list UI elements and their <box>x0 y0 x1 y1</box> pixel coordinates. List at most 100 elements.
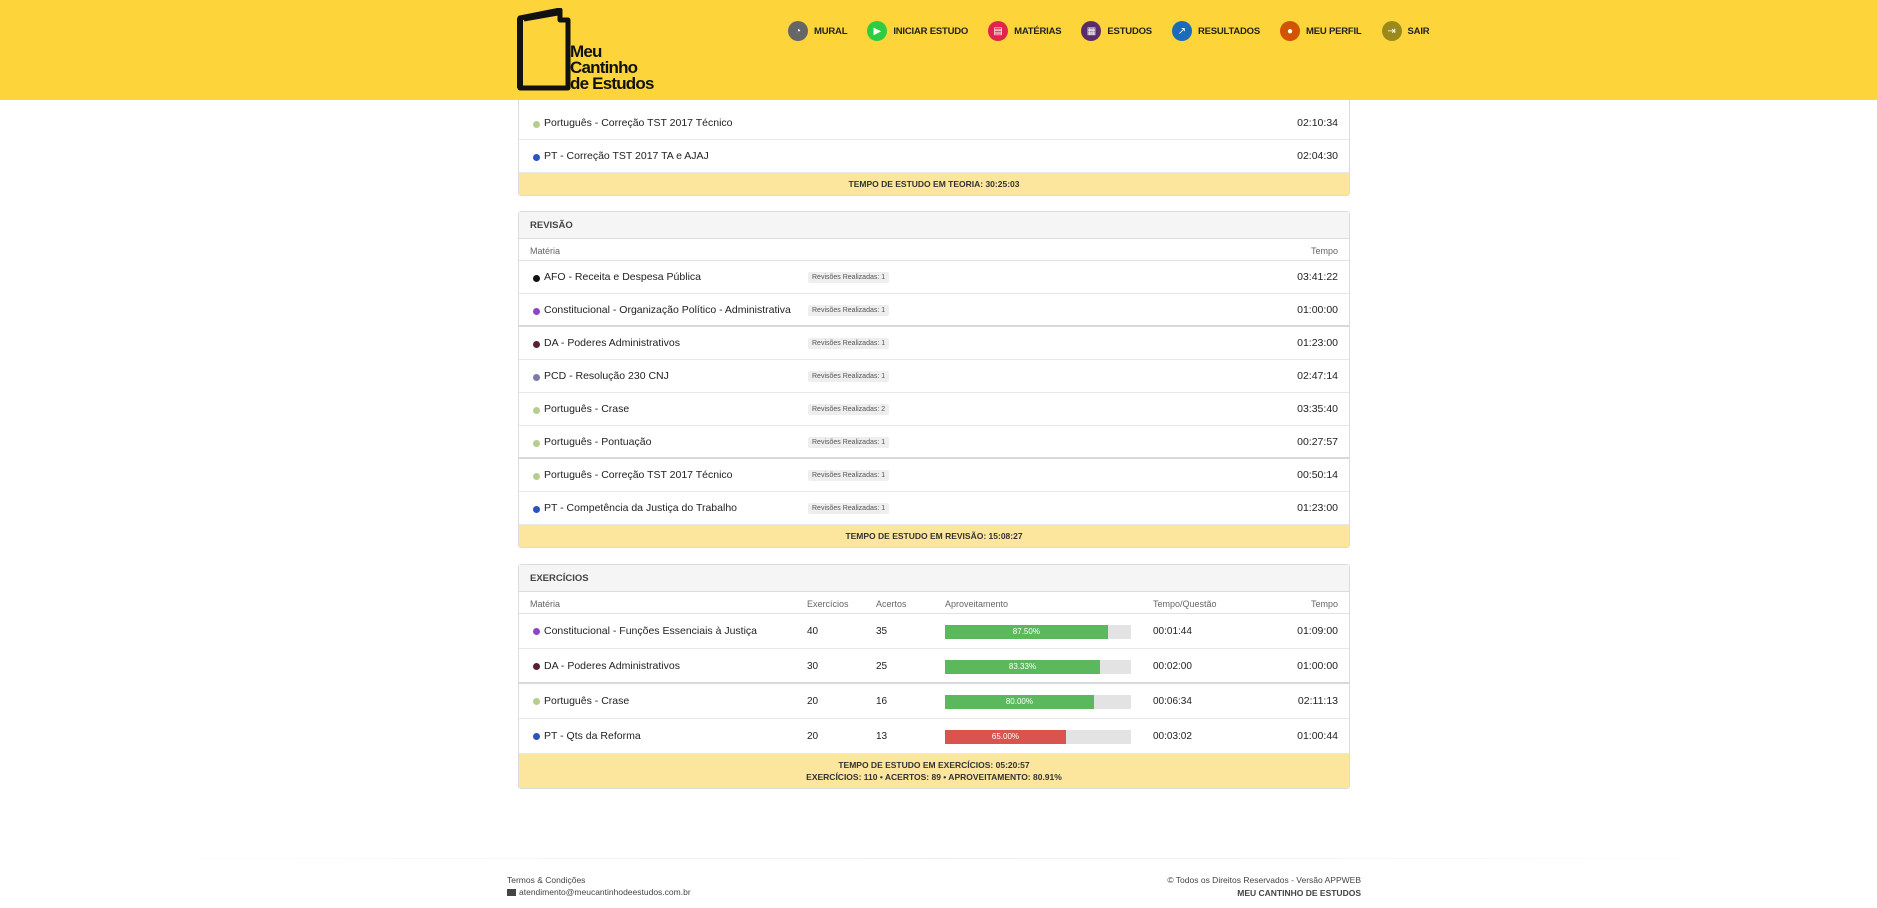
nav-label: Estudos <box>1107 25 1152 37</box>
brand-line-3: de Estudos <box>570 74 654 93</box>
subject-name: Português - Crase <box>544 403 630 415</box>
subject-time: 02:10:34 <box>1297 117 1338 129</box>
exercicios-total-time: Tempo de estudo em exercícios: 05:20:57 <box>838 760 1030 770</box>
exercicios-row: Português - Crase 20 16 80.00% 00:06:34 02:11… <box>519 684 1349 719</box>
revisao-row: Português - Crase Revisões Realizadas: 2 0… <box>519 393 1349 426</box>
revisions-badge: Revisões Realizadas: 1 <box>808 338 890 349</box>
subject-time: 03:35:40 <box>1297 403 1338 415</box>
company-name: MEU CANTINHO DE ESTUDOS <box>1237 888 1361 898</box>
chart-line-icon: ↗ <box>1171 21 1192 41</box>
time-per-question: 00:02:00 <box>1153 661 1192 672</box>
nav-estudos[interactable]: ▦ Estudos <box>1081 21 1152 41</box>
envelope-icon <box>507 889 516 896</box>
subject-color-dot <box>533 733 540 740</box>
subject-name: PCD - Resolução 230 CNJ <box>544 370 669 382</box>
performance-bar-fill: 80.00% <box>945 695 1094 709</box>
correct-count: 13 <box>876 731 888 742</box>
subject-color-dot <box>533 308 540 315</box>
time-per-question: 00:06:34 <box>1153 696 1192 707</box>
exercise-count: 40 <box>807 626 819 637</box>
subject-color-dot <box>533 698 540 705</box>
teoria-row: PT - Correção TST 2017 TA e AJAJ 02:04:30 <box>519 140 1349 173</box>
footer-divider <box>80 858 1800 859</box>
revisao-row: Constitucional - Organização Político - … <box>519 294 1349 327</box>
subject-name: Português - Pontuação <box>544 436 652 448</box>
exercicios-row: Constitucional - Funções Essenciais à Ju… <box>519 614 1349 649</box>
revisions-badge: Revisões Realizadas: 1 <box>808 503 890 514</box>
revisao-row: Português - Pontuação Revisões Realizadas… <box>519 426 1349 459</box>
subject-name: Português - Correção TST 2017 Técnico <box>544 117 733 129</box>
subject-color-dot <box>533 473 540 480</box>
subject-color-dot <box>533 506 540 513</box>
subject-time: 00:27:57 <box>1297 436 1338 448</box>
subject-color-dot <box>533 440 540 447</box>
correct-count: 35 <box>876 626 888 637</box>
subject-name: Constitucional - Organização Político - … <box>544 304 791 316</box>
performance-bar-fill: 87.50% <box>945 625 1108 639</box>
nav-label: Mural <box>814 25 848 37</box>
nav-meu-perfil[interactable]: ● Meu Perfil <box>1280 21 1362 41</box>
brand-name: Meu Cantinho de Estudos <box>570 43 654 93</box>
terms-link[interactable]: Termos & Condições <box>507 875 585 885</box>
book-icon: ▤ <box>988 21 1009 41</box>
revisions-badge: Revisões Realizadas: 1 <box>808 371 890 382</box>
subject-name: PT - Correção TST 2017 TA e AJAJ <box>544 150 709 162</box>
nav-label: Meu Perfil <box>1306 25 1362 37</box>
performance-bar: 80.00% <box>945 695 1131 709</box>
time-per-question: 00:01:44 <box>1153 626 1192 637</box>
subject-name: DA - Poderes Administrativos <box>544 660 680 672</box>
subject-name: PT - Qts da Reforma <box>544 730 641 742</box>
subject-time: 01:09:00 <box>1297 625 1338 637</box>
revisao-row: DA - Poderes Administrativos Revisões Rea… <box>519 327 1349 360</box>
correct-count: 25 <box>876 661 888 672</box>
revisions-badge: Revisões Realizadas: 1 <box>808 305 890 316</box>
subject-color-dot <box>533 374 540 381</box>
performance-bar: 87.50% <box>945 625 1131 639</box>
revisions-badge: Revisões Realizadas: 1 <box>808 437 890 448</box>
revisao-row: Português - Correção TST 2017 Técnico Rev… <box>519 459 1349 492</box>
revisions-badge: Revisões Realizadas: 1 <box>808 470 890 481</box>
revisao-row: PT - Competência da Justiça do Trabalho R… <box>519 492 1349 525</box>
calendar-icon: ▦ <box>1081 21 1102 41</box>
exercicios-row: DA - Poderes Administrativos 30 25 83.33% 00… <box>519 649 1349 684</box>
nav-label: Matérias <box>1014 25 1062 37</box>
subject-time: 01:00:00 <box>1297 660 1338 672</box>
col-materia: Matéria <box>530 599 561 609</box>
subject-time: 00:50:14 <box>1297 469 1338 481</box>
exercicios-title: Exercícios <box>519 565 1349 592</box>
subject-color-dot <box>533 407 540 414</box>
exercicios-total-summary: Exercícios: 110 • Acertos: 89 • Aproveit… <box>806 772 1062 782</box>
subject-time: 02:11:13 <box>1297 695 1338 707</box>
brand-logo[interactable]: Meu Cantinho de Estudos <box>512 4 672 96</box>
nav-iniciar-estudo[interactable]: ▶ Iniciar Estudo <box>867 21 968 41</box>
nav-resultados[interactable]: ↗ Resultados <box>1171 21 1260 41</box>
play-icon: ▶ <box>867 21 888 41</box>
logout-icon: ⇥ <box>1381 21 1402 41</box>
exercicios-total: Tempo de estudo em exercícios: 05:20:57 … <box>519 754 1349 788</box>
subject-time: 01:23:00 <box>1297 502 1338 514</box>
revisao-title: Revisão <box>519 212 1349 239</box>
col-materia: Matéria <box>530 246 561 256</box>
subject-time: 02:04:30 <box>1297 150 1338 162</box>
correct-count: 16 <box>876 696 888 707</box>
col-tempo: Tempo <box>1310 599 1338 609</box>
nav-materias[interactable]: ▤ Matérias <box>988 21 1062 41</box>
nav-mural[interactable]: ◔ Mural <box>788 21 848 41</box>
col-exercicios: Exercícios <box>807 599 849 609</box>
exercise-count: 20 <box>807 731 819 742</box>
subject-color-dot <box>533 628 540 635</box>
email-link[interactable]: atendimento@meucantinhodeestudos.com.br <box>507 887 691 897</box>
nav-sair[interactable]: ⇥ Sair <box>1381 21 1430 41</box>
performance-bar-fill: 65.00% <box>945 730 1066 744</box>
revisao-row: PCD - Resolução 230 CNJ Revisões Realizad… <box>519 360 1349 393</box>
notebook-logo-icon <box>517 8 571 91</box>
exercise-count: 20 <box>807 696 819 707</box>
subject-name: DA - Poderes Administrativos <box>544 337 680 349</box>
col-acertos: Acertos <box>876 599 907 609</box>
copyright-text: © Todos os Direitos Reservados - Versão … <box>1167 875 1361 885</box>
revisao-panel: Revisão Matéria Tempo AFO - Receita e De… <box>518 211 1350 548</box>
col-aproveitamento: Aproveitamento <box>945 599 1009 609</box>
subject-name: Constitucional - Funções Essenciais à Ju… <box>544 625 758 637</box>
teoria-total: Tempo de estudo em teoria: 30:25:03 <box>519 173 1349 195</box>
performance-bar: 83.33% <box>945 660 1131 674</box>
